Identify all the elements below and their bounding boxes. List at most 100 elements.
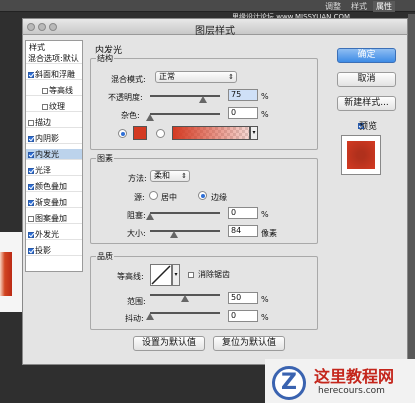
source-center-radio[interactable] — [149, 191, 158, 200]
blend-mode-select[interactable]: 正常 ⇕ — [155, 71, 237, 83]
style-checkbox[interactable] — [28, 232, 34, 238]
elements-title: 图素 — [96, 153, 114, 164]
noise-label: 杂色: — [121, 111, 140, 120]
jitter-label: 抖动: — [125, 314, 144, 323]
style-checkbox[interactable] — [28, 136, 34, 142]
style-checkbox[interactable] — [28, 152, 34, 158]
style-checkbox[interactable] — [28, 72, 34, 78]
structure-title: 结构 — [96, 53, 114, 64]
size-unit: 像素 — [261, 229, 277, 238]
jitter-slider-track[interactable] — [150, 312, 220, 314]
chevron-updown-icon: ⇕ — [228, 73, 234, 81]
range-input[interactable]: 50 — [228, 292, 258, 304]
style-item[interactable]: 投影 — [26, 245, 82, 256]
style-item[interactable]: 混合选项:默认 — [26, 53, 82, 64]
style-item-label: 渐变叠加 — [35, 198, 67, 207]
cancel-button[interactable]: 取消 — [337, 72, 396, 87]
source-edge-radio[interactable] — [198, 191, 207, 200]
noise-slider-track[interactable] — [150, 113, 220, 115]
styles-list: 样式 混合选项:默认 斜面和浮雕等高线纹理描边内阴影内发光光泽颜色叠加渐变叠加图案… — [25, 40, 83, 272]
jitter-unit: % — [261, 313, 269, 322]
contour-curve-icon — [151, 265, 171, 285]
new-style-button[interactable]: 新建样式... — [337, 96, 396, 111]
size-label: 大小: — [127, 229, 146, 238]
opacity-slider-thumb[interactable] — [198, 96, 207, 103]
style-item[interactable]: 纹理 — [26, 101, 82, 112]
style-item[interactable]: 内阴影 — [26, 133, 82, 144]
style-checkbox[interactable] — [28, 200, 34, 206]
style-item-label: 内发光 — [35, 150, 59, 159]
range-slider-thumb[interactable] — [181, 295, 189, 302]
tab-styles[interactable]: 样式 — [348, 1, 370, 12]
ok-button[interactable]: 确定 — [337, 48, 396, 63]
quality-title: 品质 — [96, 251, 114, 262]
style-item-label: 内阴影 — [35, 134, 59, 143]
style-checkbox[interactable] — [42, 88, 48, 94]
style-checkbox[interactable] — [28, 120, 34, 126]
method-select[interactable]: 柔和 ⇕ — [150, 170, 190, 182]
style-item-label: 光泽 — [35, 166, 51, 175]
make-default-button[interactable]: 设置为默认值 — [133, 336, 205, 351]
size-slider-thumb[interactable] — [169, 231, 178, 238]
style-item[interactable]: 等高线 — [26, 85, 82, 96]
style-item[interactable]: 描边 — [26, 117, 82, 128]
jitter-input[interactable]: 0 — [228, 310, 258, 322]
noise-slider-thumb[interactable] — [146, 114, 154, 121]
style-item-label: 等高线 — [49, 86, 73, 95]
style-item[interactable]: 图案叠加 — [26, 213, 82, 224]
choke-label: 阻塞: — [127, 211, 146, 220]
dialog-titlebar[interactable]: 图层样式 — [22, 18, 408, 37]
range-label: 范围: — [127, 297, 146, 306]
style-item-label: 混合选项:默认 — [28, 54, 79, 63]
canvas-artwork — [0, 252, 12, 296]
watermark-title: 这里教程网 — [314, 367, 395, 386]
style-item[interactable]: 斜面和浮雕 — [26, 69, 82, 80]
style-checkbox[interactable] — [28, 184, 34, 190]
color-radio[interactable] — [118, 129, 127, 138]
tab-adjustments[interactable]: 调整 — [322, 1, 344, 12]
reset-default-button[interactable]: 复位为默认值 — [213, 336, 285, 351]
opacity-unit: % — [261, 92, 269, 101]
contour-picker[interactable] — [150, 264, 172, 286]
opacity-input[interactable]: 75 — [228, 89, 258, 101]
style-item[interactable]: 光泽 — [26, 165, 82, 176]
styles-header: 样式 — [29, 43, 45, 52]
style-item[interactable]: 外发光 — [26, 229, 82, 240]
choke-input[interactable]: 0 — [228, 207, 258, 219]
choke-unit: % — [261, 210, 269, 219]
gradient-dropdown-icon[interactable]: ▾ — [250, 126, 258, 140]
watermark-url: herecours.com — [318, 386, 385, 396]
antialias-label: 消除锯齿 — [198, 270, 230, 279]
opacity-slider-track[interactable] — [150, 95, 220, 97]
tab-properties[interactable]: 属性 — [373, 1, 395, 12]
preview-swatch — [347, 141, 375, 169]
chevron-updown-icon: ⇕ — [181, 172, 187, 180]
glow-color-swatch[interactable] — [133, 126, 147, 140]
style-item-label: 斜面和浮雕 — [35, 70, 75, 79]
style-item-label: 投影 — [35, 246, 51, 255]
method-value: 柔和 — [154, 171, 170, 180]
range-unit: % — [261, 295, 269, 304]
antialias-checkbox[interactable] — [188, 272, 194, 278]
noise-unit: % — [261, 110, 269, 119]
style-item-label: 描边 — [35, 118, 51, 127]
style-checkbox[interactable] — [42, 104, 48, 110]
style-item[interactable]: 渐变叠加 — [26, 197, 82, 208]
style-item[interactable]: 颜色叠加 — [26, 181, 82, 192]
style-item[interactable]: 内发光 — [26, 149, 82, 160]
style-checkbox[interactable] — [28, 168, 34, 174]
style-checkbox[interactable] — [28, 248, 34, 254]
noise-input[interactable]: 0 — [228, 107, 258, 119]
gradient-picker[interactable] — [172, 126, 250, 140]
choke-slider-track[interactable] — [150, 212, 220, 214]
size-slider-track[interactable] — [150, 230, 220, 232]
gradient-radio[interactable] — [156, 129, 165, 138]
contour-label: 等高线: — [117, 272, 144, 281]
blend-mode-value: 正常 — [159, 72, 175, 81]
choke-slider-thumb[interactable] — [146, 213, 154, 220]
jitter-slider-thumb[interactable] — [146, 313, 154, 320]
contour-dropdown-icon[interactable]: ▾ — [172, 264, 180, 286]
style-checkbox[interactable] — [28, 216, 34, 222]
size-input[interactable]: 84 — [228, 225, 258, 237]
preview-label: 预览 — [359, 122, 378, 132]
